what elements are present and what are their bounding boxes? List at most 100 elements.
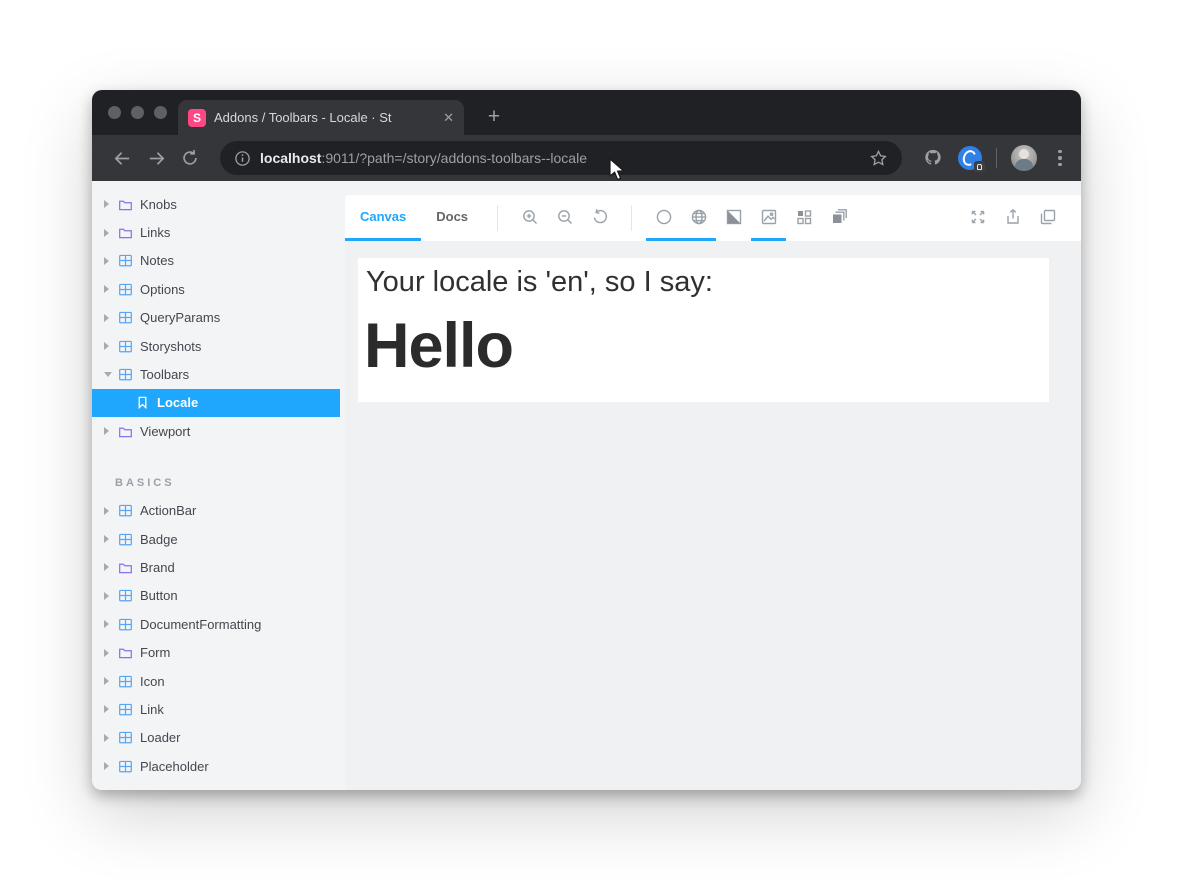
url-path: :9011/?path=/story/addons-toolbars--loca… xyxy=(321,150,587,166)
site-info-icon[interactable] xyxy=(234,150,251,167)
new-tab-button[interactable]: + xyxy=(480,103,508,131)
sidebar-item-documentformatting[interactable]: DocumentFormatting xyxy=(92,610,340,638)
tab-canvas[interactable]: Canvas xyxy=(345,195,421,241)
component-icon xyxy=(118,702,133,717)
chevron-right-icon xyxy=(104,285,115,293)
browser-tabstrip: S Addons / Toolbars - Locale · St ✕ + xyxy=(92,90,1081,135)
extension-icons xyxy=(916,145,1069,171)
close-window-button[interactable] xyxy=(108,106,121,119)
sidebar-item-label: Loader xyxy=(140,730,180,745)
browser-window: S Addons / Toolbars - Locale · St ✕ + lo… xyxy=(92,90,1081,790)
bookmark-icon xyxy=(135,395,150,410)
zoom-window-button[interactable] xyxy=(154,106,167,119)
github-extension-icon[interactable] xyxy=(922,147,944,169)
sidebar-item-link[interactable]: Link xyxy=(92,695,340,723)
fullscreen-button[interactable] xyxy=(960,195,995,241)
minimize-window-button[interactable] xyxy=(131,106,144,119)
sidebar-item-label: Viewport xyxy=(140,424,190,439)
zoom-out-icon xyxy=(556,208,574,226)
sidebar-item-label: Locale xyxy=(157,395,198,410)
sidebar-item-knobs[interactable]: Knobs xyxy=(92,190,340,218)
circle-icon xyxy=(655,208,673,226)
chevron-right-icon xyxy=(104,535,115,543)
tab-title: Addons / Toolbars - Locale · St xyxy=(214,110,435,125)
storybook-app: Knobs Links Notes Options xyxy=(92,181,1081,790)
chevron-right-icon xyxy=(104,762,115,770)
snapshot-photo-button[interactable] xyxy=(751,195,786,241)
folder-icon xyxy=(118,645,133,660)
sidebar-item-label: Toolbars xyxy=(140,367,189,382)
globe-icon xyxy=(690,208,708,226)
open-in-new-tab-button[interactable] xyxy=(995,195,1030,241)
chevron-right-icon xyxy=(104,314,115,322)
chevron-right-icon xyxy=(104,563,115,571)
chevron-right-icon xyxy=(104,427,115,435)
profile-avatar[interactable] xyxy=(1011,145,1037,171)
sidebar-item-label: Icon xyxy=(140,674,165,689)
address-bar[interactable]: localhost:9011/?path=/story/addons-toolb… xyxy=(220,141,902,175)
component-icon xyxy=(118,730,133,745)
sidebar-item-badge[interactable]: Badge xyxy=(92,525,340,553)
background-toggle-button[interactable] xyxy=(646,195,681,241)
folder-icon xyxy=(118,197,133,212)
bookmark-star-icon[interactable] xyxy=(869,149,888,168)
reload-button[interactable] xyxy=(176,144,204,172)
sidebar-item-label: Knobs xyxy=(140,197,177,212)
browser-menu-button[interactable] xyxy=(1051,145,1069,171)
sidebar-item-notes[interactable]: Notes xyxy=(92,247,340,275)
zoom-reset-button[interactable] xyxy=(582,195,617,241)
sidebar-item-links[interactable]: Links xyxy=(92,218,340,246)
component-icon xyxy=(118,588,133,603)
locale-globe-button[interactable] xyxy=(681,195,716,241)
chevron-right-icon xyxy=(104,257,115,265)
chevron-right-icon xyxy=(104,677,115,685)
outline-stack-button[interactable] xyxy=(821,195,856,241)
chevron-down-icon xyxy=(104,372,115,377)
sidebar-item-brand[interactable]: Brand xyxy=(92,553,340,581)
sidebar-item-label: Brand xyxy=(140,560,175,575)
fullscreen-icon xyxy=(969,208,987,226)
lock-badge-icon xyxy=(974,161,985,172)
sidebar-item-label: Storyshots xyxy=(140,339,201,354)
sidebar-item-icon[interactable]: Icon xyxy=(92,667,340,695)
sidebar-item-locale[interactable]: Locale xyxy=(92,389,340,417)
sidebar-item-button[interactable]: Button xyxy=(92,582,340,610)
toolbar-spacer xyxy=(856,195,960,241)
traffic-lights xyxy=(108,90,167,135)
contrast-icon xyxy=(725,208,743,226)
sidebar-item-loader[interactable]: Loader xyxy=(92,724,340,752)
zoom-in-button[interactable] xyxy=(512,195,547,241)
back-button[interactable] xyxy=(108,144,136,172)
zoom-out-button[interactable] xyxy=(547,195,582,241)
component-icon xyxy=(118,253,133,268)
copy-link-button[interactable] xyxy=(1030,195,1065,241)
sidebar-item-options[interactable]: Options xyxy=(92,275,340,303)
browser-tab[interactable]: S Addons / Toolbars - Locale · St ✕ xyxy=(178,100,464,135)
share-icon xyxy=(1004,208,1022,226)
grid-toggle-button[interactable] xyxy=(786,195,821,241)
sidebar-item-viewport[interactable]: Viewport xyxy=(92,417,340,445)
sidebar-item-queryparams[interactable]: QueryParams xyxy=(92,304,340,332)
toolbar-divider xyxy=(497,205,498,231)
theme-contrast-button[interactable] xyxy=(716,195,751,241)
sidebar-item-label: Link xyxy=(140,702,164,717)
forward-button[interactable] xyxy=(142,144,170,172)
tab-close-icon[interactable]: ✕ xyxy=(443,110,454,126)
chevron-right-icon xyxy=(104,620,115,628)
sidebar-item-form[interactable]: Form xyxy=(92,638,340,666)
chevron-right-icon xyxy=(104,734,115,742)
stack-icon xyxy=(830,208,848,226)
tab-docs[interactable]: Docs xyxy=(421,195,483,241)
sidebar-item-label: Badge xyxy=(140,532,178,547)
sidebar-item-label: Form xyxy=(140,645,170,660)
component-icon xyxy=(118,282,133,297)
sidebar-item-toolbars[interactable]: Toolbars xyxy=(92,360,340,388)
sidebar-item-label: ActionBar xyxy=(140,503,196,518)
story-preview: Your locale is 'en', so I say: Hello xyxy=(345,241,1081,790)
sidebar-item-actionbar[interactable]: ActionBar xyxy=(92,497,340,525)
sidebar-item-placeholder[interactable]: Placeholder xyxy=(92,752,340,780)
toolbar-right-group xyxy=(960,195,1081,241)
password-extension-icon[interactable] xyxy=(958,146,982,170)
sidebar-item-storyshots[interactable]: Storyshots xyxy=(92,332,340,360)
component-icon xyxy=(118,503,133,518)
